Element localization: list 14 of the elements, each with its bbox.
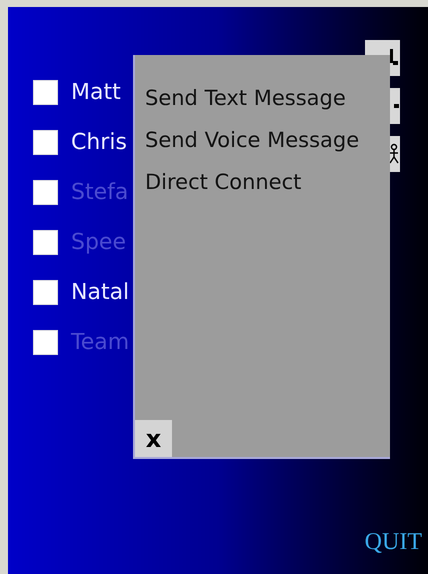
- checkbox[interactable]: [33, 130, 58, 155]
- checkbox[interactable]: [33, 280, 58, 305]
- checkbox[interactable]: [33, 180, 58, 205]
- menu-item[interactable]: Direct Connect: [145, 166, 302, 198]
- checkbox[interactable]: [33, 80, 58, 105]
- quit-button[interactable]: QUIT: [364, 524, 422, 560]
- menu-item[interactable]: Send Voice Message: [145, 124, 360, 156]
- contact-name[interactable]: Natal: [71, 282, 130, 304]
- checkbox[interactable]: [33, 330, 58, 355]
- menu-item[interactable]: Send Text Message: [145, 82, 346, 114]
- contact-name[interactable]: Chris: [71, 132, 127, 154]
- contact-name[interactable]: Matt: [71, 82, 121, 104]
- close-button[interactable]: x: [135, 420, 172, 457]
- checkbox[interactable]: [33, 230, 58, 255]
